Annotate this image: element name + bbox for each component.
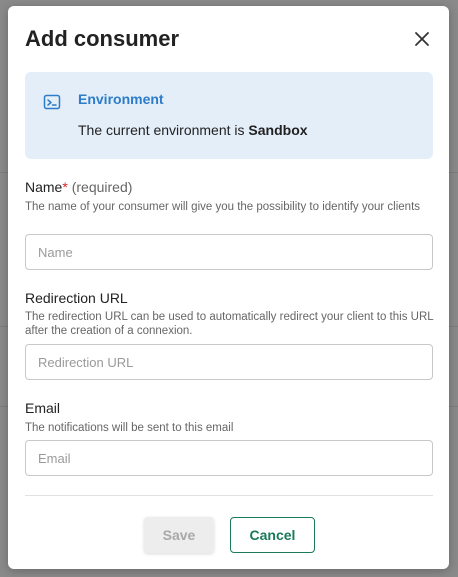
terminal-icon xyxy=(43,94,61,110)
close-icon[interactable] xyxy=(413,30,431,48)
save-button[interactable]: Save xyxy=(144,517,214,553)
email-help-text: The notifications will be sent to this e… xyxy=(25,422,234,434)
redirection-url-label: Redirection URL xyxy=(25,290,128,306)
name-label: Name* (required) xyxy=(25,179,132,195)
add-consumer-dialog: Add consumer Environment The current env… xyxy=(8,6,449,569)
email-input[interactable] xyxy=(25,440,433,476)
name-help-text: The name of your consumer will give you … xyxy=(25,201,421,213)
required-star: * xyxy=(62,179,68,195)
environment-info-box: Environment The current environment is S… xyxy=(25,72,433,159)
email-label: Email xyxy=(25,400,61,416)
name-input[interactable] xyxy=(25,234,433,270)
environment-value: Sandbox xyxy=(248,122,308,138)
footer-divider xyxy=(25,495,433,496)
environment-text: The current environment is Sandbox xyxy=(78,122,308,138)
dialog-title: Add consumer xyxy=(25,26,180,51)
name-label-text: Name xyxy=(25,179,63,195)
cancel-button[interactable]: Cancel xyxy=(230,517,315,553)
environment-title: Environment xyxy=(78,91,164,107)
environment-text-prefix: The current environment is xyxy=(78,122,245,138)
redirection-url-input[interactable] xyxy=(25,344,433,380)
redirection-url-help-text: The redirection URL can be used to autom… xyxy=(25,311,434,337)
required-note: (required) xyxy=(71,179,133,195)
